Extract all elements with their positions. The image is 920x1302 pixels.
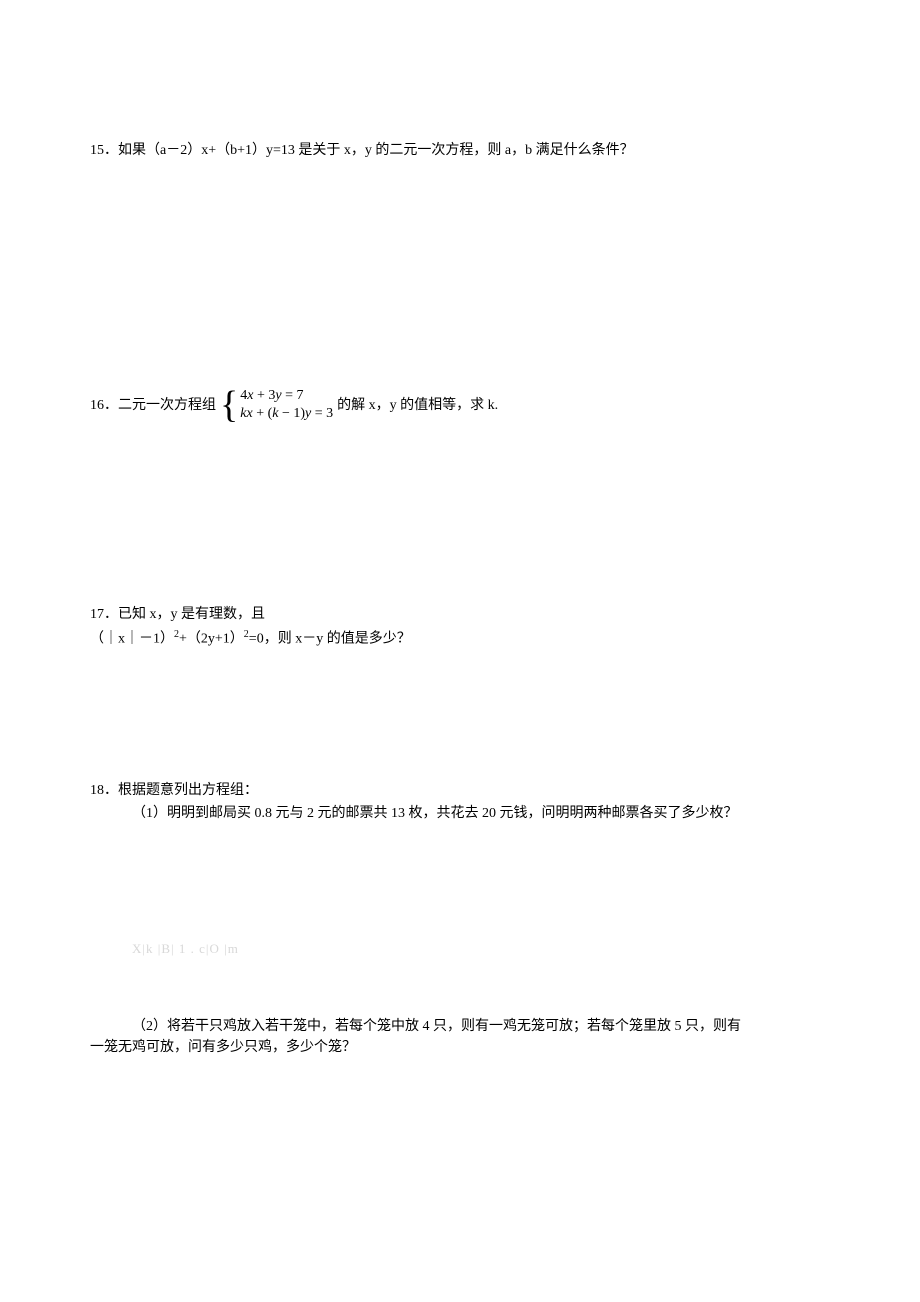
q18-title: 18．根据题意列出方程组： — [90, 780, 830, 801]
q17-line2: （｜x｜－1）2+（2y+1）2=0，则 x－y 的值是多少？ — [90, 627, 830, 650]
q18-sub1: （1）明明到邮局买 0.8 元与 2 元的邮票共 13 枚，共花去 20 元钱，… — [90, 803, 830, 824]
equation-system: { 4x + 3y = 7 kx + (k − 1)y = 3 — [220, 386, 333, 424]
question-16: 16．二元一次方程组 { 4x + 3y = 7 kx + (k − 1)y =… — [90, 386, 830, 424]
question-18: 18．根据题意列出方程组： （1）明明到邮局买 0.8 元与 2 元的邮票共 1… — [90, 780, 830, 1059]
equation-1: 4x + 3y = 7 — [240, 387, 333, 405]
question-17: 17．已知 x，y 是有理数，且 （｜x｜－1）2+（2y+1）2=0，则 x－… — [90, 604, 830, 650]
equation-2: kx + (k − 1)y = 3 — [240, 405, 333, 423]
equations-container: 4x + 3y = 7 kx + (k − 1)y = 3 — [240, 387, 333, 423]
watermark-text: X|k |B| 1 . c|O |m — [90, 939, 830, 959]
q18-sub2-line1: （2）将若干只鸡放入若干笼中，若每个笼中放 4 只，则有一鸡无笼可放；若每个笼里… — [90, 1016, 830, 1037]
question-15: 15．如果（a－2）x+（b+1）y=13 是关于 x，y 的二元一次方程，则 … — [90, 140, 830, 161]
q16-prefix: 16．二元一次方程组 — [90, 395, 216, 416]
q15-text: 15．如果（a－2）x+（b+1）y=13 是关于 x，y 的二元一次方程，则 … — [90, 143, 634, 158]
q16-suffix: 的解 x，y 的值相等，求 k. — [337, 395, 498, 416]
q18-sub2-line2: 一笼无鸡可放，问有多少只鸡，多少个笼？ — [90, 1037, 830, 1058]
q17-line1: 17．已知 x，y 是有理数，且 — [90, 604, 830, 625]
left-brace-icon: { — [220, 386, 238, 424]
